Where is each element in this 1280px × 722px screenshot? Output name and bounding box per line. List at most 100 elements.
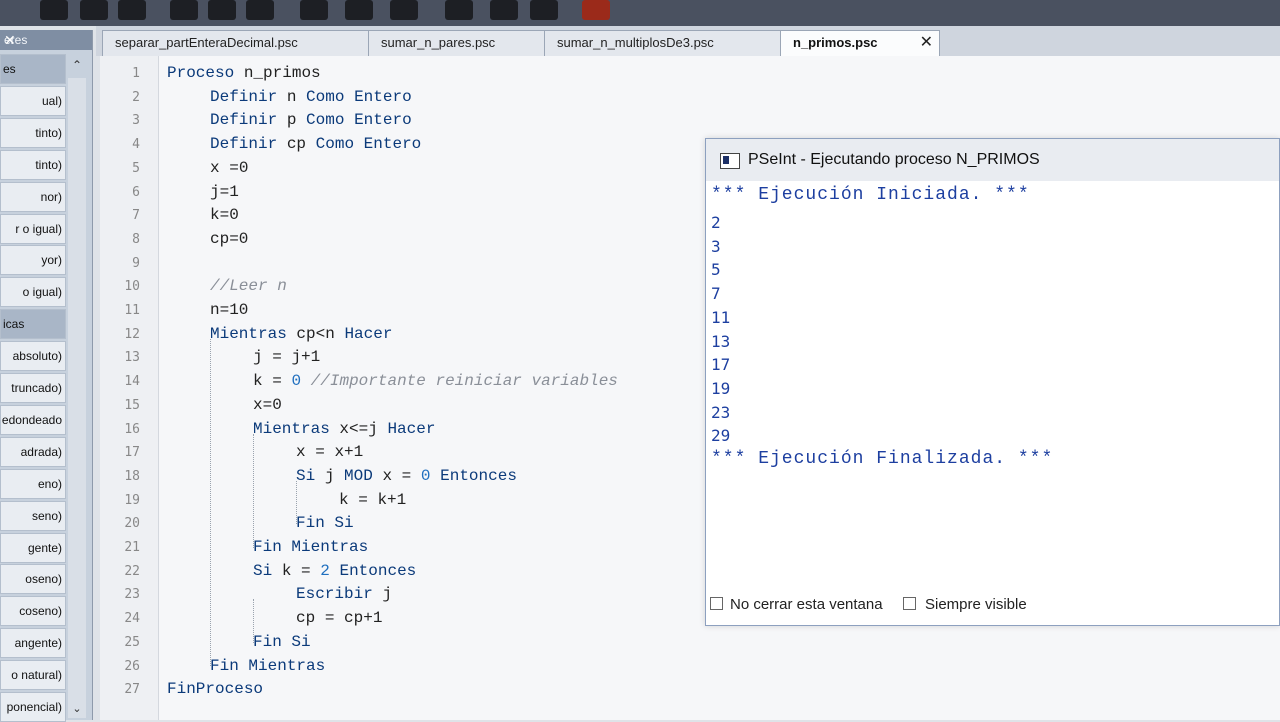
window-titlebar[interactable]: PSeInt - Ejecutando proceso N_PRIMOS — [706, 139, 1279, 181]
line-number: 22 — [124, 563, 140, 579]
operator-item[interactable]: angente) — [0, 628, 66, 659]
operator-item[interactable]: yor) — [0, 245, 66, 276]
code-line[interactable]: Definir p Como Entero — [210, 111, 412, 129]
toolbar-icon[interactable] — [445, 0, 473, 20]
copy-icon[interactable] — [170, 0, 198, 20]
operator-item[interactable]: r o igual) — [0, 213, 66, 244]
window-title: PSeInt - Ejecutando proceso N_PRIMOS — [748, 151, 1040, 168]
operator-item[interactable]: nor) — [0, 181, 66, 212]
operator-item[interactable]: tinto) — [0, 149, 66, 180]
line-number: 21 — [124, 540, 140, 555]
operator-item[interactable]: truncado) — [0, 373, 66, 403]
toolbar-icon[interactable] — [300, 0, 328, 20]
line-number: 9 — [132, 255, 140, 271]
code-line[interactable]: x = x+1 — [296, 443, 363, 461]
output-line: 3 — [711, 236, 721, 256]
block-guide — [253, 599, 254, 643]
code-line[interactable]: cp = cp+1 — [296, 609, 382, 627]
line-number: 18 — [124, 468, 140, 484]
code-line[interactable]: Mientras cp<n Hacer — [210, 325, 392, 343]
operator-item[interactable]: eno) — [0, 468, 66, 499]
operator-item[interactable]: ponencial) — [0, 692, 66, 722]
no-close-checkbox[interactable] — [710, 597, 723, 610]
scrollbar[interactable] — [68, 78, 86, 718]
code-line[interactable]: Definir n Como Entero — [210, 88, 412, 106]
line-number: 19 — [124, 492, 140, 508]
code-line[interactable]: Proceso n_primos — [167, 64, 321, 82]
code-line[interactable]: Definir cp Como Entero — [210, 135, 421, 153]
operator-item[interactable]: oseno) — [0, 564, 66, 595]
close-icon[interactable]: ✕ — [920, 31, 933, 55]
line-number: 10 — [124, 279, 140, 295]
tab-separar[interactable]: separar_partEnteraDecimal.psc — [102, 30, 372, 56]
operator-item[interactable]: adrada) — [0, 436, 66, 467]
code-line[interactable]: Fin Mientras — [210, 657, 325, 675]
code-line[interactable]: Si k = 2 Entonces — [253, 562, 416, 580]
operator-item[interactable]: edondeado — [0, 404, 66, 435]
code-line[interactable]: //Leer n — [210, 277, 287, 295]
tab-sumar-multiplos[interactable]: sumar_n_multiplosDe3.psc — [544, 30, 784, 56]
line-number: 16 — [124, 421, 140, 437]
operator-item[interactable]: gente) — [0, 532, 66, 563]
operator-item[interactable]: absoluto) — [0, 341, 66, 372]
chevron-up-icon[interactable]: ⌃ — [68, 56, 86, 74]
code-line[interactable]: Fin Si — [253, 633, 311, 651]
always-visible-label: Siempre visible — [925, 596, 1027, 613]
operator-item[interactable]: seno) — [0, 500, 66, 531]
code-line[interactable]: Si j MOD x = 0 Entonces — [296, 467, 517, 485]
editor-tabs: separar_partEnteraDecimal.psc sumar_n_pa… — [96, 26, 1280, 56]
panel-header: eres ✕ — [0, 30, 92, 50]
toolbar-icon[interactable] — [490, 0, 518, 20]
operator-item[interactable]: coseno) — [0, 596, 66, 627]
code-line[interactable]: Mientras x<=j Hacer — [253, 420, 435, 438]
line-number: 4 — [132, 137, 140, 153]
scissors-icon[interactable] — [118, 0, 146, 20]
flowchart-icon[interactable] — [530, 0, 558, 20]
code-line[interactable]: Escribir j — [296, 585, 392, 603]
toolbar-icon[interactable] — [80, 0, 108, 20]
code-line[interactable]: x =0 — [210, 159, 248, 177]
code-line[interactable]: Fin Si — [296, 514, 354, 532]
output-line: 19 — [711, 378, 731, 398]
operator-item[interactable]: es — [0, 54, 66, 84]
code-line[interactable]: Fin Mientras — [253, 538, 368, 556]
toolbar — [0, 0, 1280, 26]
end-banner: *** Ejecución Finalizada. *** — [711, 449, 1054, 469]
line-number-gutter: 1 2 3 4 5 6 7 8 9 10 11 12 13 14 15 16 17 18 19 20 21 22 23 24 2… — [100, 56, 159, 720]
code-line[interactable]: k=0 — [210, 206, 239, 224]
line-number: 8 — [132, 231, 140, 247]
block-guide — [210, 338, 211, 667]
always-visible-checkbox[interactable] — [903, 597, 916, 610]
chevron-down-icon[interactable]: ⌄ — [68, 702, 86, 718]
tab-sumar-pares[interactable]: sumar_n_pares.psc — [368, 30, 548, 56]
operator-item[interactable]: ual) — [0, 85, 66, 116]
tab-n-primos[interactable]: n_primos.psc ✕ — [780, 30, 940, 56]
operator-item[interactable]: o natural) — [0, 660, 66, 691]
operator-item[interactable]: icas — [0, 309, 66, 340]
code-line[interactable]: x=0 — [253, 396, 282, 414]
toolbar-icon[interactable] — [345, 0, 373, 20]
line-number: 5 — [132, 160, 140, 176]
run-icon[interactable] — [582, 0, 610, 20]
operator-item[interactable]: o igual) — [0, 277, 66, 308]
operator-item[interactable]: tinto) — [0, 117, 66, 148]
tab-label: n_primos.psc — [793, 35, 878, 50]
paste-icon[interactable] — [208, 0, 236, 20]
line-number: 3 — [132, 113, 140, 129]
execution-window: PSeInt - Ejecutando proceso N_PRIMOS ***… — [705, 138, 1280, 626]
toolbar-icon[interactable] — [390, 0, 418, 20]
code-line[interactable]: n=10 — [210, 301, 248, 319]
code-line[interactable]: k = k+1 — [339, 491, 406, 509]
operators-panel: eres ✕ es ual) tinto) tinto) nor) r o igual) y… — [0, 30, 93, 722]
code-line[interactable]: FinProceso — [167, 680, 263, 698]
code-line[interactable]: j=1 — [210, 183, 239, 201]
code-line[interactable]: j = j+1 — [253, 348, 320, 366]
list-icon[interactable] — [246, 0, 274, 20]
no-close-label: No cerrar esta ventana — [730, 596, 883, 613]
close-icon[interactable]: ✕ — [4, 30, 16, 50]
code-line[interactable]: cp=0 — [210, 230, 248, 248]
line-number: 26 — [124, 658, 140, 674]
code-line[interactable]: k = 0 //Importante reiniciar variables — [253, 372, 618, 390]
line-number: 27 — [124, 682, 140, 698]
toolbar-icon[interactable] — [40, 0, 68, 20]
